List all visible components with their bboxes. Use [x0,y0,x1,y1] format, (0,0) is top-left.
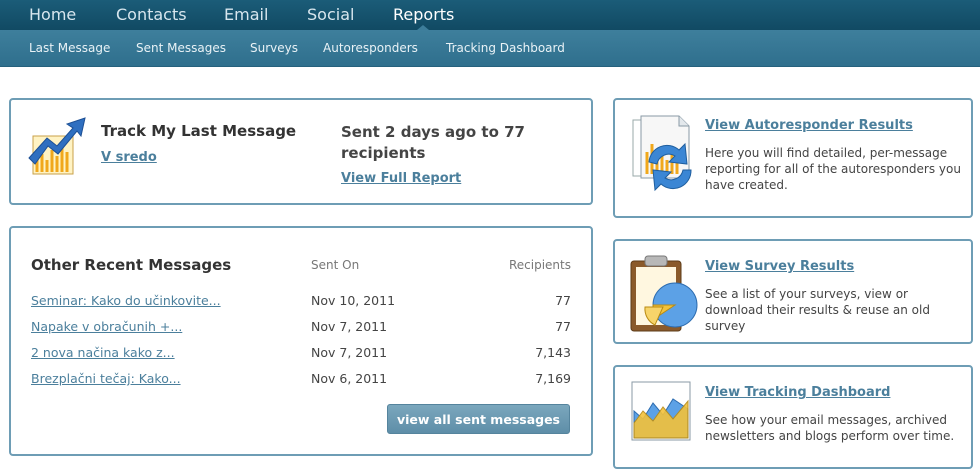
table-row: Napake v obračunih +... Nov 7, 2011 77 [31,319,571,339]
subnav-tracking-dashboard[interactable]: Tracking Dashboard [446,41,565,55]
autoresponder-description: Here you will find detailed, per-message… [705,146,961,192]
message-subject-link[interactable]: Brezplačni tečaj: Kako... [31,371,181,386]
view-survey-results-link[interactable]: View Survey Results [705,259,854,274]
message-subject-link[interactable]: 2 nova načina kako z... [31,345,175,360]
message-subject-link[interactable]: Seminar: Kako do učinkovite... [31,293,221,308]
table-row: Seminar: Kako do učinkovite... Nov 10, 2… [31,293,571,313]
sent-info: Sent 2 days ago to 77 recipients [341,123,525,162]
nav-contacts[interactable]: Contacts [116,5,187,24]
track-last-message-title: Track My Last Message [101,122,297,140]
clipboard-pie-chart-icon [629,253,699,337]
last-message-panel: Track My Last Message V sredo Sent 2 day… [9,98,593,205]
message-recipients: 77 [555,319,571,334]
message-recipients: 7,169 [535,371,571,386]
survey-description: See a list of your surveys, view or down… [705,287,930,333]
view-autoresponder-results-link[interactable]: View Autoresponder Results [705,118,913,133]
column-header-recipients: Recipients [508,258,571,272]
survey-results-panel: View Survey Results See a list of your s… [613,239,973,344]
recent-messages-title: Other Recent Messages [31,256,232,274]
main-nav: Home Contacts Email Social Reports [0,0,980,30]
message-recipients: 7,143 [535,345,571,360]
message-date: Nov 6, 2011 [311,371,388,386]
tracking-description: See how your email messages, archived ne… [705,413,955,443]
column-header-sent-on: Sent On [311,258,360,272]
recent-messages-panel: Other Recent Messages Sent On Recipients… [9,226,593,456]
message-date: Nov 10, 2011 [311,293,396,308]
chart-up-arrow-icon [27,114,89,182]
area-chart-icon [631,381,691,445]
last-message-link[interactable]: V sredo [101,150,157,165]
message-subject-link[interactable]: Napake v obračunih +... [31,319,182,334]
tracking-dashboard-panel: View Tracking Dashboard See how your ema… [613,365,973,469]
subnav-autoresponders[interactable]: Autoresponders [323,41,418,55]
message-date: Nov 7, 2011 [311,319,388,334]
view-full-report-link[interactable]: View Full Report [341,171,461,186]
subnav-last-message[interactable]: Last Message [29,41,110,55]
subnav-surveys[interactable]: Surveys [250,41,298,55]
sub-nav: Last Message Sent Messages Surveys Autor… [0,30,980,67]
nav-home[interactable]: Home [29,5,76,24]
autoresponder-results-panel: View Autoresponder Results Here you will… [613,98,973,218]
nav-email[interactable]: Email [224,5,268,24]
table-row: 2 nova načina kako z... Nov 7, 2011 7,14… [31,345,571,365]
autoresponder-report-icon [629,114,697,196]
message-date: Nov 7, 2011 [311,345,388,360]
nav-social[interactable]: Social [307,5,354,24]
view-all-sent-messages-button[interactable]: view all sent messages [387,404,570,434]
table-row: Brezplačni tečaj: Kako... Nov 6, 2011 7,… [31,371,571,391]
view-tracking-dashboard-link[interactable]: View Tracking Dashboard [705,385,890,400]
nav-reports[interactable]: Reports [393,5,454,24]
subnav-sent-messages[interactable]: Sent Messages [136,41,226,55]
message-recipients: 77 [555,293,571,308]
